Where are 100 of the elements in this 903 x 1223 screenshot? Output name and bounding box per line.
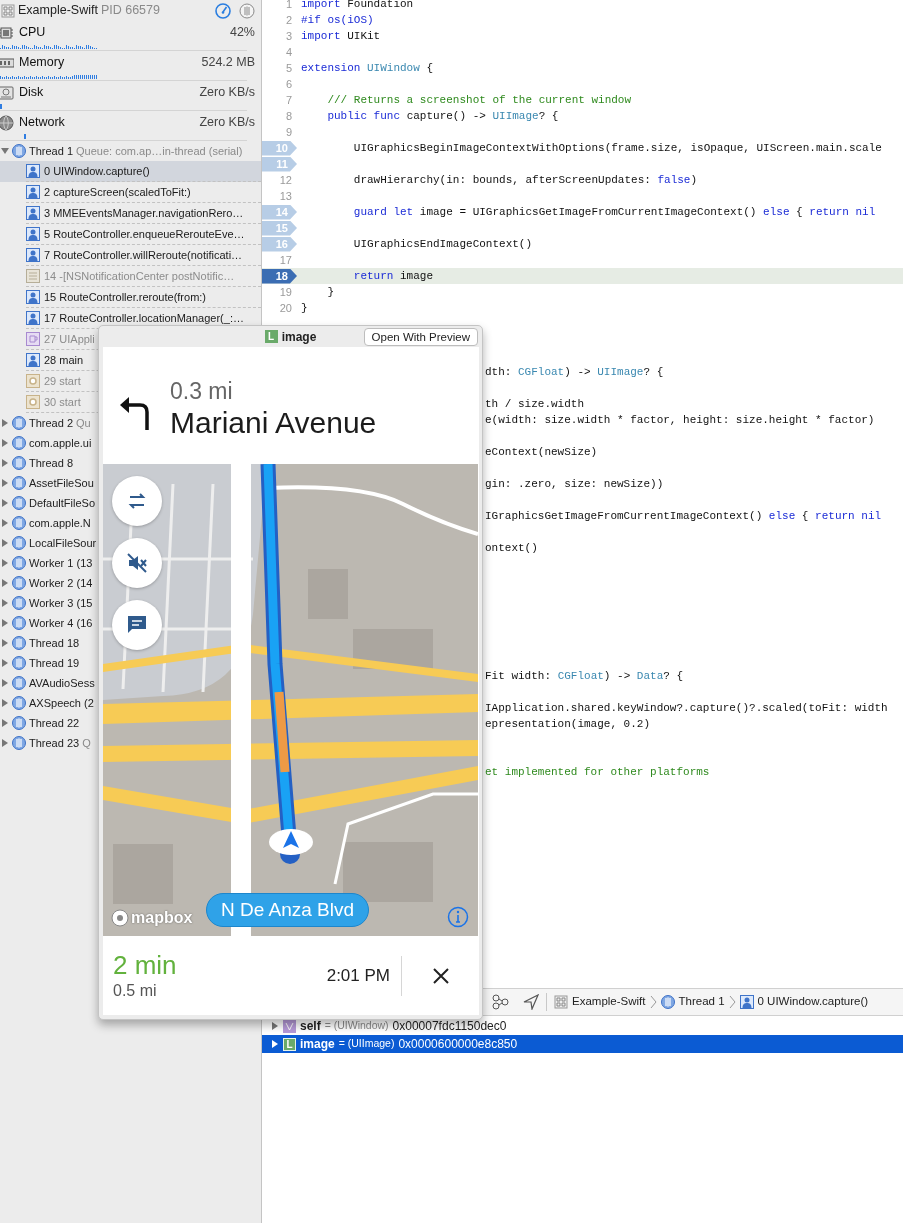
thread-name[interactable]: Worker 2 (14	[29, 574, 93, 592]
thread-name[interactable]: Worker 4 (16	[29, 614, 93, 632]
breadcrumb-item[interactable]: Example-Swift	[572, 993, 646, 1011]
disclosure-icon[interactable]	[1, 679, 9, 687]
stack-frame[interactable]: 2 captureScreen(scaledToFit:)	[44, 183, 191, 201]
code-line: dth: CGFloat) -> UIImage? {	[485, 365, 664, 380]
list-icon	[26, 269, 40, 283]
stack-frame[interactable]: 28 main	[44, 351, 84, 369]
variable-badge: L	[283, 1037, 296, 1051]
disclosure-icon[interactable]	[271, 1022, 279, 1030]
gauge-value: 42%	[229, 24, 255, 42]
code-line: #if os(iOS)	[300, 13, 374, 28]
speaker-muted-icon	[125, 551, 149, 575]
breadcrumb-item[interactable]: Thread 1	[678, 993, 725, 1011]
disclosure-icon[interactable]	[1, 459, 9, 467]
disclosure-icon[interactable]	[271, 1040, 279, 1048]
disclosure-icon[interactable]	[1, 659, 9, 667]
popover-title: image	[281, 328, 317, 346]
stack-frame[interactable]: 5 RouteController.enqueueRerouteEve…	[44, 225, 245, 243]
thread-icon	[12, 516, 26, 530]
disclosure-icon[interactable]	[1, 639, 9, 647]
thread-icon	[12, 536, 26, 550]
gauge-icon[interactable]	[215, 2, 231, 19]
code-line: }	[300, 301, 308, 316]
gear-icon	[26, 395, 40, 409]
variable-name: image	[300, 1036, 335, 1053]
code-line: Fit width: CGFloat) -> Data? {	[485, 669, 684, 684]
thread-name[interactable]: com.apple.N	[29, 514, 91, 532]
thread-name[interactable]: Worker 1 (13	[29, 554, 93, 572]
disclosure-icon[interactable]	[1, 619, 9, 627]
line-number: 9	[284, 124, 292, 140]
variable-value: 0x00007fdc1150dec0	[392, 1018, 507, 1035]
gauge-label: CPU	[19, 24, 46, 42]
code-line: }	[326, 285, 334, 300]
variable-value: 0x0000600000e8c850	[398, 1036, 518, 1053]
breadcrumb-item[interactable]: 0 UIWindow.capture()	[757, 993, 869, 1011]
thread-icon[interactable]	[239, 2, 255, 19]
thread-name[interactable]: AXSpeech (2	[29, 694, 94, 712]
cup-icon	[26, 332, 40, 346]
stack-frame[interactable]: 3 MMEEventsManager.navigationRero…	[44, 204, 244, 222]
thread-name[interactable]: Thread 22	[29, 714, 80, 732]
thread-name[interactable]: Thread 2	[29, 414, 74, 432]
thread-name[interactable]: LocalFileSour	[29, 534, 97, 552]
thread-name[interactable]: AssetFileSou	[29, 474, 94, 492]
stack-frame[interactable]: 17 RouteController.locationManager(_:…	[44, 309, 244, 327]
line-number: 12	[278, 172, 292, 188]
branch-icon[interactable]	[492, 994, 509, 1010]
disclosure-icon[interactable]	[1, 739, 9, 747]
location-arrow-icon[interactable]	[523, 994, 539, 1010]
app-icon	[554, 995, 568, 1009]
gauge-label: Disk	[19, 84, 44, 102]
thread-name[interactable]: Thread 23	[29, 734, 80, 752]
disclosure-icon[interactable]	[1, 699, 9, 707]
disclosure-icon[interactable]	[1, 419, 9, 427]
thread-name[interactable]: Thread 19	[29, 654, 80, 672]
person-icon	[26, 164, 40, 178]
thread-name[interactable]: Thread 18	[29, 634, 80, 652]
thread-icon	[12, 576, 26, 590]
disclosure-icon[interactable]	[1, 599, 9, 607]
code-line: epresentation(image, 0.2)	[485, 717, 651, 732]
line-number: 1	[284, 0, 292, 12]
open-with-preview-button[interactable]: Open With Preview	[363, 327, 478, 346]
disclosure-icon[interactable]	[1, 439, 9, 447]
code-line: e(width: size.width * factor, height: size.height * factor)	[485, 413, 875, 428]
thread-icon	[12, 716, 26, 730]
thread-icon	[12, 436, 26, 450]
variable-row[interactable]: self = (UIWindow) 0x00007fdc1150dec0	[262, 1017, 903, 1035]
code-line: /// Returns a screenshot of the current window	[326, 93, 632, 108]
thread-queue: Qu	[76, 415, 91, 431]
disclosure-icon[interactable]	[1, 147, 9, 155]
stack-frame[interactable]: 15 RouteController.reroute(from:)	[44, 288, 206, 306]
code-line: return image	[352, 269, 434, 284]
thread-name[interactable]: Thread 1	[29, 142, 74, 160]
person-icon	[739, 995, 754, 1009]
thread-name[interactable]: Thread 8	[29, 454, 74, 472]
info-icon[interactable]	[447, 906, 469, 928]
disclosure-icon[interactable]	[1, 579, 9, 587]
disclosure-icon[interactable]	[1, 539, 9, 547]
disclosure-icon[interactable]	[1, 499, 9, 507]
code-line: guard let image = UIGraphicsGetImageFromCurrentImageContext() else { return nil	[352, 205, 876, 220]
thread-icon	[12, 696, 26, 710]
disclosure-icon[interactable]	[1, 559, 9, 567]
thread-name[interactable]: AVAudioSess	[29, 674, 95, 692]
stack-frame[interactable]: 7 RouteController.willReroute(notificati…	[44, 246, 243, 264]
gauge-value: 524.2 MB	[201, 54, 255, 72]
thread-name[interactable]: Worker 3 (15	[29, 594, 93, 612]
code-line: drawHierarchy(in: bounds, afterScreenUpdates: false)	[352, 173, 698, 188]
line-number: 8	[284, 108, 292, 124]
thread-icon	[12, 556, 26, 570]
code-line: import UIKit	[300, 29, 381, 44]
disclosure-icon[interactable]	[1, 519, 9, 527]
disclosure-icon[interactable]	[1, 719, 9, 727]
thread-name[interactable]: DefaultFileSo	[29, 494, 96, 512]
close-icon[interactable]	[433, 967, 449, 984]
variable-row[interactable]: L image = (UIImage) 0x0000600000e8c850	[262, 1035, 903, 1053]
disclosure-icon[interactable]	[1, 479, 9, 487]
breakpoint-marker[interactable]: 18	[262, 268, 297, 284]
thread-name[interactable]: com.apple.ui	[29, 434, 92, 452]
process-id: PID 66579	[100, 2, 160, 20]
thread-icon	[12, 676, 26, 690]
